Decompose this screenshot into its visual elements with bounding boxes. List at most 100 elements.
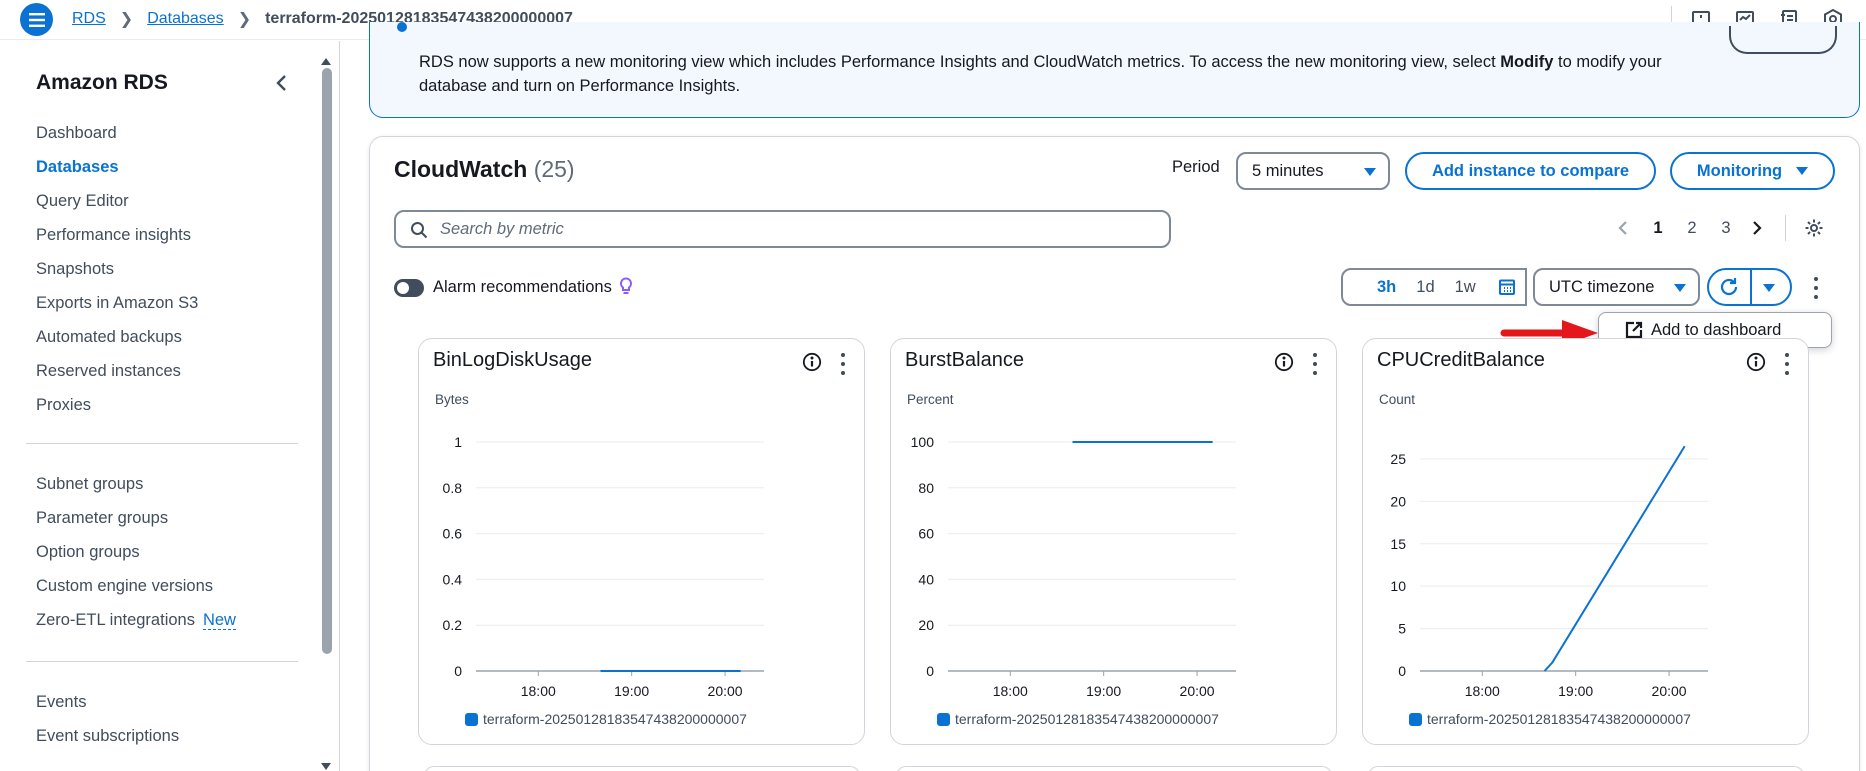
toggle-label: Alarm recommendations	[433, 278, 612, 296]
range-3h[interactable]: 3h	[1377, 278, 1396, 297]
card-more-options-icon[interactable]	[1312, 353, 1318, 375]
breadcrumb-rds[interactable]: RDS	[72, 10, 106, 28]
y-tick-label: 5	[1398, 621, 1406, 637]
info-icon[interactable]	[1274, 352, 1294, 377]
sidebar-item-dashboard[interactable]: Dashboard	[36, 116, 198, 150]
info-icon[interactable]	[1746, 352, 1766, 377]
banner-modify-text: Modify	[1500, 53, 1554, 71]
y-tick-label: 100	[911, 434, 935, 450]
sidebar-item-option-groups[interactable]: Option groups	[36, 535, 236, 569]
sidebar-item-exports-s3[interactable]: Exports in Amazon S3	[36, 286, 198, 320]
y-tick-label: 15	[1390, 536, 1406, 552]
add-to-dashboard-label: Add to dashboard	[1651, 320, 1782, 339]
x-tick-label: 20:00	[708, 683, 743, 699]
chevron-left-icon[interactable]	[1613, 218, 1633, 238]
metric-card: Count 25 20 15 10 5 0 18:00 19:00 20:00 CPUCredit…	[1362, 338, 1809, 745]
y-tick-label: 10	[1390, 578, 1406, 594]
sidebar-item-reserved-instances[interactable]: Reserved instances	[36, 354, 198, 388]
sidebar-item-performance-insights[interactable]: Performance insights	[36, 218, 198, 252]
page-2[interactable]: 2	[1675, 219, 1709, 238]
gear-icon[interactable]	[1804, 218, 1824, 238]
refresh-split-button[interactable]	[1707, 268, 1792, 306]
sidebar-item-snapshots[interactable]: Snapshots	[36, 252, 198, 286]
page-1[interactable]: 1	[1641, 219, 1675, 238]
sidebar-nav-secondary: Subnet groups Parameter groups Option gr…	[36, 467, 236, 637]
chevron-left-icon	[276, 75, 286, 91]
sidebar-item-databases[interactable]: Databases	[36, 150, 198, 184]
metric-card-partial	[1368, 766, 1804, 771]
search-icon	[411, 222, 428, 239]
sidebar: Amazon RDS Dashboard Databases Query Edi…	[0, 41, 340, 771]
timezone-select[interactable]: UTC timezone	[1533, 268, 1700, 306]
sidebar-item-proxies[interactable]: Proxies	[36, 388, 198, 422]
chevron-right-icon: ❯	[119, 11, 134, 28]
sidebar-item-events[interactable]: Events	[36, 685, 179, 719]
divider	[1785, 215, 1786, 241]
x-tick-label: 20:00	[1180, 683, 1215, 699]
banner-action-button[interactable]	[1729, 26, 1837, 54]
sidebar-item-zero-etl[interactable]: Zero-ETL integrations New	[36, 603, 236, 637]
sidebar-item-event-subscriptions[interactable]: Event subscriptions	[36, 719, 179, 753]
more-options-icon[interactable]	[1813, 277, 1819, 299]
y-tick-label: 20	[918, 617, 934, 633]
chart-legend[interactable]: terraform-20250128183547438200000007	[937, 711, 1219, 727]
line-chart: Count 25 20 15 10 5 0 18:00 19:00 20:00	[1379, 392, 1708, 699]
button-label: Monitoring	[1696, 161, 1783, 180]
period-select[interactable]: 5 minutes	[1236, 152, 1390, 190]
menu-button[interactable]	[20, 3, 53, 36]
pagination: 1 2 3	[1613, 215, 1824, 241]
lightbulb-icon	[620, 277, 633, 294]
hamburger-icon	[28, 12, 45, 27]
sidebar-item-query-editor[interactable]: Query Editor	[36, 184, 198, 218]
y-axis-unit: Percent	[907, 392, 954, 407]
chart-legend[interactable]: terraform-20250128183547438200000007	[465, 711, 747, 727]
y-tick-label: 60	[918, 526, 934, 542]
sidebar-scrollbar-thumb[interactable]	[322, 68, 332, 654]
refresh-icon[interactable]	[1718, 276, 1740, 298]
collapse-sidebar-button[interactable]	[270, 71, 294, 95]
y-tick-label: 0.6	[443, 526, 463, 542]
monitoring-dropdown-button[interactable]: Monitoring	[1670, 152, 1835, 190]
info-icon[interactable]	[802, 352, 822, 377]
card-more-options-icon[interactable]	[1784, 353, 1790, 375]
add-instance-to-compare-button[interactable]: Add instance to compare	[1405, 152, 1656, 190]
breadcrumb-databases[interactable]: Databases	[147, 10, 224, 28]
banner-text: RDS now supports a new monitoring view w…	[419, 53, 1501, 71]
sidebar-item-subnet-groups[interactable]: Subnet groups	[36, 467, 236, 501]
y-tick-label: 0	[1398, 663, 1406, 679]
new-badge: New	[202, 611, 236, 630]
legend-swatch	[1409, 712, 1422, 726]
x-tick-label: 18:00	[993, 683, 1028, 699]
caret-down-icon	[1796, 167, 1809, 175]
y-tick-label: 0	[926, 663, 934, 679]
metric-card-partial	[424, 766, 860, 771]
button-label: Add instance to compare	[1431, 161, 1630, 180]
y-tick-label: 1	[454, 434, 462, 450]
range-1w[interactable]: 1w	[1455, 278, 1476, 297]
range-1d[interactable]: 1d	[1416, 278, 1434, 297]
calendar-icon[interactable]	[1498, 278, 1516, 296]
sidebar-item-parameter-groups[interactable]: Parameter groups	[36, 501, 236, 535]
sidebar-nav-events: Events Event subscriptions	[36, 685, 179, 753]
line-chart: Bytes 1 0.8 0.6 0.4 0.2 0 18:00 19:00 20:00	[435, 392, 764, 699]
page-3[interactable]: 3	[1709, 219, 1743, 238]
search-metric-input[interactable]	[440, 218, 1140, 240]
y-tick-label: 0.2	[443, 617, 463, 633]
y-axis-unit: Bytes	[435, 392, 469, 407]
sidebar-item-custom-engine-versions[interactable]: Custom engine versions	[36, 569, 236, 603]
card-more-options-icon[interactable]	[840, 353, 846, 375]
legend-label: terraform-20250128183547438200000007	[1427, 711, 1691, 727]
scroll-up-icon	[321, 58, 331, 65]
alarm-recommendations-toggle[interactable]	[394, 279, 424, 297]
sidebar-nav-primary: Dashboard Databases Query Editor Perform…	[36, 116, 198, 422]
metric-card: Bytes 1 0.8 0.6 0.4 0.2 0 18:00 19:00 20:00 BinLo…	[418, 338, 865, 745]
chart-legend[interactable]: terraform-20250128183547438200000007	[1409, 711, 1691, 727]
search-box	[394, 210, 1171, 248]
sidebar-divider	[26, 443, 298, 444]
x-tick-label: 20:00	[1652, 683, 1687, 699]
y-tick-label: 0.4	[443, 571, 463, 587]
sidebar-item-automated-backups[interactable]: Automated backups	[36, 320, 198, 354]
caret-down-icon[interactable]	[1763, 284, 1775, 292]
card-title: CPUCreditBalance	[1377, 349, 1545, 371]
chevron-right-icon[interactable]	[1747, 218, 1767, 238]
